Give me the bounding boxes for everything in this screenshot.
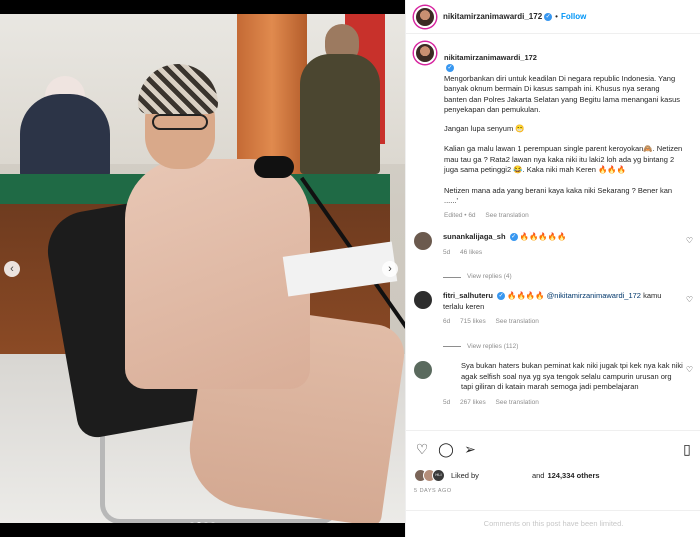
post-caption: nikitamirzanimawardi_172 ✓ Mengorbankan … xyxy=(414,42,694,221)
commenter-avatar[interactable] xyxy=(414,361,432,379)
comment-meta: 5d 46 likes xyxy=(443,248,683,259)
view-replies-label: View replies (4) xyxy=(467,273,512,280)
post-header: nikitamirzanimawardi_172 ✓ • Follow xyxy=(406,0,700,34)
verified-badge-icon: ✓ xyxy=(446,64,454,73)
commenter-avatar[interactable] xyxy=(414,232,432,250)
comment-item: sunankalijaga_sh ✓ 🔥🔥🔥🔥🔥 5d 46 likes Vie… xyxy=(414,232,699,283)
woman-glasses xyxy=(152,114,208,130)
previous-photo-button[interactable]: ‹ xyxy=(4,261,20,277)
comment-age: 6d xyxy=(443,318,451,325)
microphone xyxy=(254,156,294,178)
caption-username[interactable]: nikitamirzanimawardi_172 xyxy=(444,53,537,62)
commenter-username[interactable]: fitri_salhuteru xyxy=(443,291,493,300)
comment-text: Sya bukan haters bukan peminat kak niki … xyxy=(461,361,683,391)
post-timestamp[interactable]: 5 DAYS AGO xyxy=(414,488,452,494)
comment-item: Sya bukan haters bukan peminat kak niki … xyxy=(414,361,699,408)
post-actions: ♡ ◯ ➢ ▯ HLI Liked by and 124,334 others … xyxy=(406,430,700,510)
comment-mention-link[interactable]: @nikitamirzanimawardi_172 xyxy=(547,291,641,300)
comments-limited-notice: Comments on this post have been limited. xyxy=(406,510,700,537)
caption-edited-time: Edited • 6d xyxy=(444,211,476,219)
commenter-username[interactable]: sunankalijaga_sh xyxy=(443,232,506,241)
chevron-right-icon: › xyxy=(388,263,392,275)
verified-badge-icon: ✓ xyxy=(497,292,506,301)
comment-likes[interactable]: 267 likes xyxy=(460,399,486,406)
like-comment-heart-icon[interactable]: ♡ xyxy=(686,365,693,374)
liker-avatar[interactable]: HLI xyxy=(432,469,445,482)
save-bookmark-icon[interactable]: ▯ xyxy=(679,441,695,457)
next-photo-button[interactable]: › xyxy=(382,261,398,277)
comment-text: 🔥🔥🔥🔥🔥 xyxy=(519,232,567,241)
caption-meta: Edited • 6d See translation xyxy=(444,211,684,222)
verified-badge-icon: ✓ xyxy=(509,233,518,242)
liked-by-summary: HLI Liked by and 124,334 others xyxy=(414,469,600,482)
view-replies-button[interactable]: View replies (4) xyxy=(443,272,683,283)
verified-badge-icon: ✓ xyxy=(544,12,553,21)
view-replies-label: View replies (112) xyxy=(467,342,519,350)
follow-button[interactable]: Follow xyxy=(561,12,586,21)
caption-paragraph-2: Jangan lupa senyum 😁 xyxy=(444,123,525,133)
post-photo[interactable]: ‹ › xyxy=(0,14,405,523)
caption-see-translation-link[interactable]: See translation xyxy=(485,212,528,219)
woman-suit xyxy=(125,159,310,389)
bottom-black-bar xyxy=(0,523,405,537)
liked-by-prefix: Liked by xyxy=(451,471,479,480)
comment-meta: 5d 267 likes See translation xyxy=(443,398,683,409)
comment-meta: 6d 715 likes See translation xyxy=(443,317,683,328)
chevron-left-icon: ‹ xyxy=(10,263,14,275)
comment-age: 5d xyxy=(443,398,451,406)
comment-likes[interactable]: 46 likes xyxy=(460,249,482,256)
comment-bubble-icon[interactable]: ◯ xyxy=(438,441,454,457)
comment-see-translation-link[interactable]: See translation xyxy=(496,318,539,325)
comment-likes[interactable]: 715 likes xyxy=(460,318,486,325)
comment-age: 5d xyxy=(443,248,451,256)
caption-paragraph-3: Kalian ga malu lawan 1 perempuan single … xyxy=(444,144,683,174)
comment-see-translation-link[interactable]: See translation xyxy=(496,399,539,406)
like-comment-heart-icon[interactable]: ♡ xyxy=(686,295,693,304)
likes-count-link[interactable]: 124,334 others xyxy=(547,471,599,480)
post-side-panel: nikitamirzanimawardi_172 ✓ • Follow niki… xyxy=(405,0,700,537)
background-woman xyxy=(20,94,110,179)
caption-paragraph-4: Netizen mana ada yang berani kaya kaka n… xyxy=(444,185,673,206)
header-separator: • xyxy=(555,12,558,21)
caption-paragraph-1: Mengorbankan diri untuk keadilan Di nega… xyxy=(444,73,680,115)
comments-section[interactable]: nikitamirzanimawardi_172 ✓ Mengorbankan … xyxy=(406,34,700,430)
author-avatar[interactable] xyxy=(414,5,436,28)
view-replies-button[interactable]: View replies (112) xyxy=(443,342,683,353)
comment-item: fitri_salhuteru ✓ 🔥🔥🔥🔥 @nikitamirzanimaw… xyxy=(414,291,699,352)
caption-avatar[interactable] xyxy=(414,42,436,64)
like-comment-heart-icon[interactable]: ♡ xyxy=(686,236,693,245)
author-username[interactable]: nikitamirzanimawardi_172 xyxy=(443,12,542,21)
comment-text: 🔥🔥🔥🔥 xyxy=(507,291,545,300)
share-send-icon[interactable]: ➢ xyxy=(462,441,478,457)
liked-by-and: and xyxy=(531,471,545,480)
like-heart-icon[interactable]: ♡ xyxy=(414,441,430,457)
background-officer xyxy=(300,54,380,174)
commenter-avatar[interactable] xyxy=(414,291,432,309)
